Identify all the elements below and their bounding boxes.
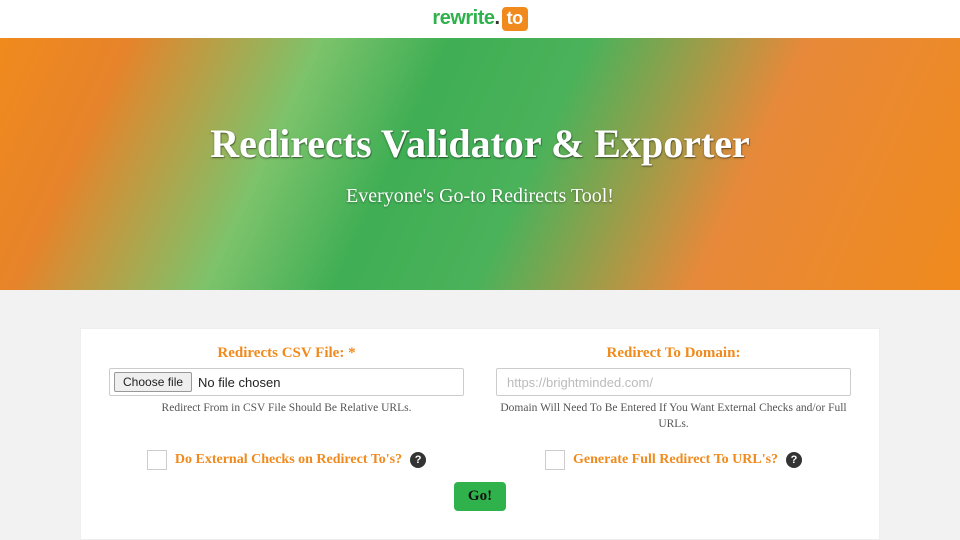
file-chosen-state: No file chosen — [198, 375, 280, 390]
fullurl-checkbox[interactable] — [545, 450, 565, 470]
domain-label: Redirect To Domain: — [496, 345, 851, 362]
checkbox-row: Do External Checks on Redirect To's? ? G… — [109, 450, 851, 470]
csv-file-input[interactable]: Choose file No file chosen — [109, 368, 464, 396]
submit-row: Go! — [109, 482, 851, 511]
help-icon[interactable]: ? — [410, 452, 426, 468]
external-checks-option: Do External Checks on Redirect To's? ? — [109, 450, 464, 470]
csv-sublabel: Redirect From in CSV File Should Be Rela… — [109, 401, 464, 417]
inputs-row: Redirects CSV File: * Choose file No fil… — [109, 345, 851, 432]
logo-dot: . — [495, 7, 500, 29]
logo-text-to: to — [502, 7, 528, 31]
fullurl-option: Generate Full Redirect To URL's? ? — [496, 450, 851, 470]
domain-column: Redirect To Domain: Domain Will Need To … — [496, 345, 851, 432]
help-icon[interactable]: ? — [786, 452, 802, 468]
form-card: Redirects CSV File: * Choose file No fil… — [80, 328, 880, 540]
form-section: Redirects CSV File: * Choose file No fil… — [0, 290, 960, 540]
csv-label: Redirects CSV File: * — [109, 345, 464, 362]
page-title: Redirects Validator & Exporter — [210, 120, 750, 167]
hero-banner: Redirects Validator & Exporter Everyone'… — [0, 38, 960, 290]
domain-input-wrap — [496, 368, 851, 396]
logo[interactable]: rewrite.to — [432, 7, 527, 31]
csv-column: Redirects CSV File: * Choose file No fil… — [109, 345, 464, 432]
go-button[interactable]: Go! — [454, 482, 506, 511]
topbar: rewrite.to — [0, 0, 960, 38]
logo-text-rewrite: rewrite — [432, 7, 494, 29]
external-checks-checkbox[interactable] — [147, 450, 167, 470]
fullurl-label: Generate Full Redirect To URL's? — [573, 452, 778, 468]
page-tagline: Everyone's Go-to Redirects Tool! — [346, 185, 614, 208]
external-checks-label: Do External Checks on Redirect To's? — [175, 452, 402, 468]
choose-file-button[interactable]: Choose file — [114, 372, 192, 392]
domain-sublabel: Domain Will Need To Be Entered If You Wa… — [496, 401, 851, 432]
domain-input[interactable] — [501, 373, 846, 392]
